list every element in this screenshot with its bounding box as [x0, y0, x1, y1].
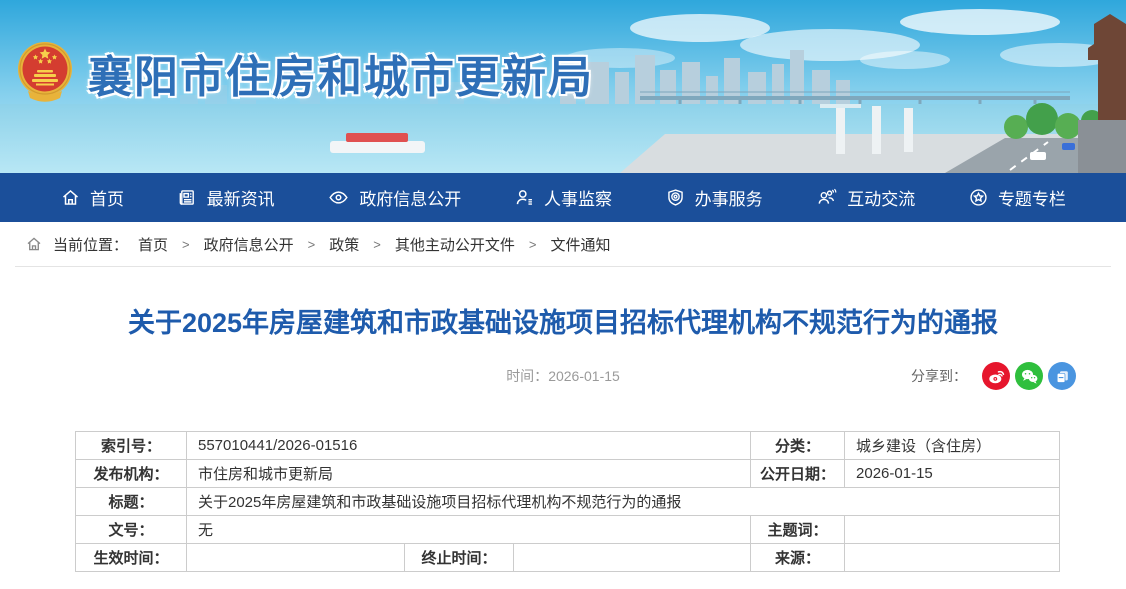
nav-item-personnel[interactable]: 人事监察 [514, 185, 612, 210]
article-meta: 时间：2026-01-15 分享到： [0, 361, 1126, 391]
expiry-date-label: 终止时间： [405, 544, 514, 572]
share-label: 分享到： [911, 366, 967, 386]
table-row-dates: 生效时间： 终止时间： 来源： [76, 544, 1060, 572]
news-icon [177, 187, 198, 208]
time-label: 时间： [506, 368, 548, 384]
breadcrumb-item-policy[interactable]: 政策 [329, 234, 359, 255]
breadcrumb-item-gov-info[interactable]: 政府信息公开 [204, 234, 294, 255]
nav-item-home[interactable]: 首页 [60, 185, 124, 210]
chat-people-icon [815, 187, 838, 208]
nav-label: 最新资讯 [207, 185, 275, 210]
document-info-table: 索引号： 557010441/2026-01516 分类： 城乡建设（含住房） … [75, 431, 1060, 572]
effective-date-label: 生效时间： [76, 544, 187, 572]
effective-date-value [187, 544, 405, 572]
keywords-value [845, 516, 1060, 544]
breadcrumb-item-file-notice[interactable]: 文件通知 [550, 234, 610, 255]
agency-value: 市住房和城市更新局 [187, 460, 751, 488]
national-emblem-icon [16, 40, 74, 106]
time-value: 2026-01-15 [548, 368, 620, 384]
nav-label: 互动交流 [847, 185, 915, 210]
article-title: 关于2025年房屋建筑和市政基础设施项目招标代理机构不规范行为的通报 [60, 301, 1066, 340]
doc-number-label: 文号： [76, 516, 187, 544]
nav-item-services[interactable]: 办事服务 [665, 185, 763, 210]
breadcrumb-separator: > [308, 237, 316, 252]
breadcrumb-label: 当前位置： [53, 234, 128, 255]
breadcrumb-separator: > [373, 237, 381, 252]
nav-label: 首页 [90, 185, 124, 210]
table-row-title: 标题： 关于2025年房屋建筑和市政基础设施项目招标代理机构不规范行为的通报 [76, 488, 1060, 516]
table-row-index: 索引号： 557010441/2026-01516 分类： 城乡建设（含住房） [76, 432, 1060, 460]
source-value [845, 544, 1060, 572]
category-value: 城乡建设（含住房） [845, 432, 1060, 460]
doc-number-value: 无 [187, 516, 751, 544]
table-row-doc-number: 文号： 无 主题词： [76, 516, 1060, 544]
weibo-share-icon[interactable] [982, 362, 1010, 390]
nav-label: 政府信息公开 [359, 185, 461, 210]
category-label: 分类： [751, 432, 845, 460]
main-nav: 首页 最新资讯 政府信息公开 人事监察 办事服务 [0, 173, 1126, 222]
title-label: 标题： [76, 488, 187, 516]
site-banner: 襄阳市住房和城市更新局 [0, 0, 1126, 173]
nav-item-special-topics[interactable]: 专题专栏 [968, 185, 1066, 210]
nav-item-gov-info[interactable]: 政府信息公开 [327, 185, 461, 210]
home-icon [60, 187, 81, 208]
nav-label: 办事服务 [695, 185, 763, 210]
breadcrumb-separator: > [529, 237, 537, 252]
eye-icon [327, 187, 350, 208]
publish-date-label: 公开日期： [751, 460, 845, 488]
breadcrumb-item-other-public-files[interactable]: 其他主动公开文件 [395, 234, 515, 255]
agency-label: 发布机构： [76, 460, 187, 488]
breadcrumb-home-icon [25, 235, 43, 253]
site-title: 襄阳市住房和城市更新局 [88, 41, 594, 105]
nav-label: 人事监察 [544, 185, 612, 210]
expiry-date-value [514, 544, 751, 572]
breadcrumb: 当前位置： 首页 > 政府信息公开 > 政策 > 其他主动公开文件 > 文件通知 [15, 222, 1111, 267]
keywords-label: 主题词： [751, 516, 845, 544]
shield-badge-icon [665, 187, 686, 208]
index-label: 索引号： [76, 432, 187, 460]
star-circle-icon [968, 187, 989, 208]
publish-date-value: 2026-01-15 [845, 460, 1060, 488]
index-value: 557010441/2026-01516 [187, 432, 751, 460]
copy-link-share-icon[interactable] [1048, 362, 1076, 390]
wechat-share-icon[interactable] [1015, 362, 1043, 390]
source-label: 来源： [751, 544, 845, 572]
share-group: 分享到： [911, 362, 1076, 390]
title-value: 关于2025年房屋建筑和市政基础设施项目招标代理机构不规范行为的通报 [187, 488, 1060, 516]
breadcrumb-separator: > [182, 237, 190, 252]
nav-item-news[interactable]: 最新资讯 [177, 185, 275, 210]
breadcrumb-item-home[interactable]: 首页 [138, 234, 168, 255]
nav-label: 专题专栏 [998, 185, 1066, 210]
table-row-agency: 发布机构： 市住房和城市更新局 公开日期： 2026-01-15 [76, 460, 1060, 488]
nav-item-interaction[interactable]: 互动交流 [815, 185, 915, 210]
person-audit-icon [514, 187, 535, 208]
